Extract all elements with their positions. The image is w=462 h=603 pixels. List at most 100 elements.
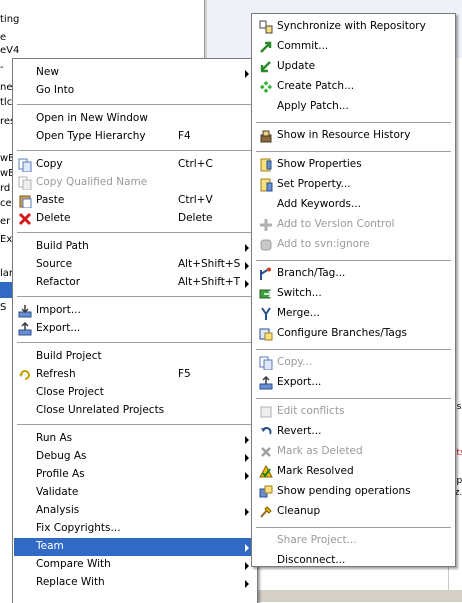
submenu-arrow-icon <box>245 562 249 570</box>
team-item-show-pending-operations[interactable]: Show pending operations <box>253 483 454 503</box>
show-properties-icon <box>260 158 272 172</box>
shortcut-label: F4 <box>178 130 191 142</box>
menu-item-export[interactable]: Export... <box>14 320 256 338</box>
menu-item-label: Go Into <box>36 84 75 96</box>
menu-item-new[interactable]: New <box>14 64 256 82</box>
menu-item-label: Delete <box>36 212 71 224</box>
submenu-arrow-icon <box>245 436 249 444</box>
menu-separator <box>17 232 253 234</box>
team-item-update[interactable]: Update <box>253 58 454 78</box>
team-item-share-project[interactable]: Share Project... <box>253 532 454 552</box>
team-item-set-property[interactable]: Set Property... <box>253 176 454 196</box>
menu-item-label: Open Type Hierarchy <box>36 130 146 142</box>
menu-item-label: Show in Resource History <box>277 129 411 141</box>
menu-item-open-type-hierarchy[interactable]: Open Type Hierarchy F4 <box>14 128 256 146</box>
menu-item-label: Export... <box>36 322 81 334</box>
menu-item-refresh[interactable]: Refresh F5 <box>14 366 256 384</box>
team-item-add-to-svn-ignore[interactable]: Add to svn:ignore <box>253 236 454 256</box>
team-item-switch[interactable]: Switch... <box>253 285 454 305</box>
menu-separator <box>256 349 451 351</box>
team-item-mark-resolved[interactable]: Mark Resolved <box>253 463 454 483</box>
menu-item-label: Open in New Window <box>36 112 148 124</box>
team-item-apply-patch[interactable]: Apply Patch... <box>253 98 454 118</box>
menu-item-label: Debug As <box>36 450 87 462</box>
menu-item-delete[interactable]: Delete Delete <box>14 210 256 228</box>
menu-item-label: Copy Qualified Name <box>36 176 148 188</box>
menu-item-label: Mark as Deleted <box>277 445 363 457</box>
switch-icon <box>259 289 273 299</box>
menu-item-analysis[interactable]: Analysis <box>14 502 256 520</box>
menu-item-label: Apply Patch... <box>277 100 349 112</box>
menu-item-label: Configure Branches/Tags <box>277 327 407 339</box>
copy-icon <box>259 356 273 370</box>
menu-item-paste[interactable]: Paste Ctrl+V <box>14 192 256 210</box>
team-item-configure-branches-tags[interactable]: Configure Branches/Tags <box>253 325 454 345</box>
synchronize-icon <box>259 20 273 34</box>
team-submenu: Synchronize with Repository Commit... Upda… <box>251 13 456 567</box>
menu-item-label: Copy... <box>277 356 313 368</box>
bottom-panel <box>256 590 462 602</box>
menu-item-go-into[interactable]: Go Into <box>14 82 256 100</box>
menu-item-build-path[interactable]: Build Path <box>14 238 256 256</box>
background-tree-label: Ex <box>0 234 13 245</box>
menu-item-build-project[interactable]: Build Project <box>14 348 256 366</box>
menu-item-label: Import... <box>36 304 81 316</box>
menu-item-label: Add Keywords... <box>277 198 361 210</box>
resource-history-icon <box>260 130 272 143</box>
team-item-edit-conflicts[interactable]: Edit conflicts <box>253 403 454 423</box>
delete-icon <box>18 212 32 226</box>
team-item-export[interactable]: Export... <box>253 374 454 394</box>
team-item-commit[interactable]: Commit... <box>253 38 454 58</box>
menu-separator <box>256 122 451 124</box>
menu-item-fix-copyrights[interactable]: Fix Copyrights... <box>14 520 256 538</box>
team-item-add-to-version-control[interactable]: Add to Version Control <box>253 216 454 236</box>
menu-item-run-as[interactable]: Run As <box>14 430 256 448</box>
menu-item-label: Edit conflicts <box>277 405 345 417</box>
team-item-disconnect[interactable]: Disconnect... <box>253 552 454 572</box>
menu-separator <box>17 296 253 298</box>
team-item-mark-as-deleted[interactable]: Mark as Deleted <box>253 443 454 463</box>
team-item-branch-tag[interactable]: Branch/Tag... <box>253 265 454 285</box>
menu-item-close-project[interactable]: Close Project <box>14 384 256 402</box>
revert-icon <box>261 427 272 435</box>
shortcut-label: Alt+Shift+T <box>178 276 241 288</box>
team-item-revert[interactable]: Revert... <box>253 423 454 443</box>
submenu-arrow-icon <box>245 580 249 588</box>
edit-conflicts-icon <box>260 406 272 418</box>
menu-item-label: Source <box>36 258 73 270</box>
menu-item-open-in-new-window[interactable]: Open in New Window <box>14 110 256 128</box>
menu-item-label: Show Properties <box>277 158 362 170</box>
set-property-icon <box>260 178 273 192</box>
team-item-show-properties[interactable]: Show Properties <box>253 156 454 176</box>
menu-item-close-unrelated-projects[interactable]: Close Unrelated Projects <box>14 402 256 420</box>
team-item-merge[interactable]: Merge... <box>253 305 454 325</box>
team-item-synchronize-with-repository[interactable]: Synchronize with Repository <box>253 18 454 38</box>
team-item-show-in-resource-history[interactable]: Show in Resource History <box>253 127 454 147</box>
team-item-create-patch[interactable]: Create Patch... <box>253 78 454 98</box>
menu-item-label: Team <box>36 540 64 552</box>
menu-item-label: Set Property... <box>277 178 351 190</box>
menu-item-label: Profile As <box>36 468 85 480</box>
menu-item-label: Run As <box>36 432 73 444</box>
menu-item-label: Update <box>277 60 316 72</box>
branch-tag-icon <box>260 267 271 280</box>
menu-item-replace-with[interactable]: Replace With <box>14 574 256 592</box>
add-version-control-icon <box>260 219 272 231</box>
team-item-add-keywords[interactable]: Add Keywords... <box>253 196 454 216</box>
shortcut-label: Ctrl+C <box>178 158 213 170</box>
menu-item-debug-as[interactable]: Debug As <box>14 448 256 466</box>
menu-item-copy-qualified-name[interactable]: Copy Qualified Name <box>14 174 256 192</box>
copy-icon <box>18 158 32 172</box>
menu-item-team[interactable]: Team <box>14 538 256 556</box>
team-item-cleanup[interactable]: Cleanup <box>253 503 454 523</box>
menu-item-label: Disconnect... <box>277 554 346 566</box>
menu-item-validate[interactable]: Validate <box>14 484 256 502</box>
menu-item-profile-as[interactable]: Profile As <box>14 466 256 484</box>
menu-item-import[interactable]: Import... <box>14 302 256 320</box>
menu-item-refactor[interactable]: Refactor Alt+Shift+T <box>14 274 256 292</box>
menu-item-compare-with[interactable]: Compare With <box>14 556 256 574</box>
submenu-arrow-icon <box>245 262 249 270</box>
menu-item-source[interactable]: Source Alt+Shift+S <box>14 256 256 274</box>
team-item-copy[interactable]: Copy... <box>253 354 454 374</box>
menu-item-copy[interactable]: Copy Ctrl+C <box>14 156 256 174</box>
